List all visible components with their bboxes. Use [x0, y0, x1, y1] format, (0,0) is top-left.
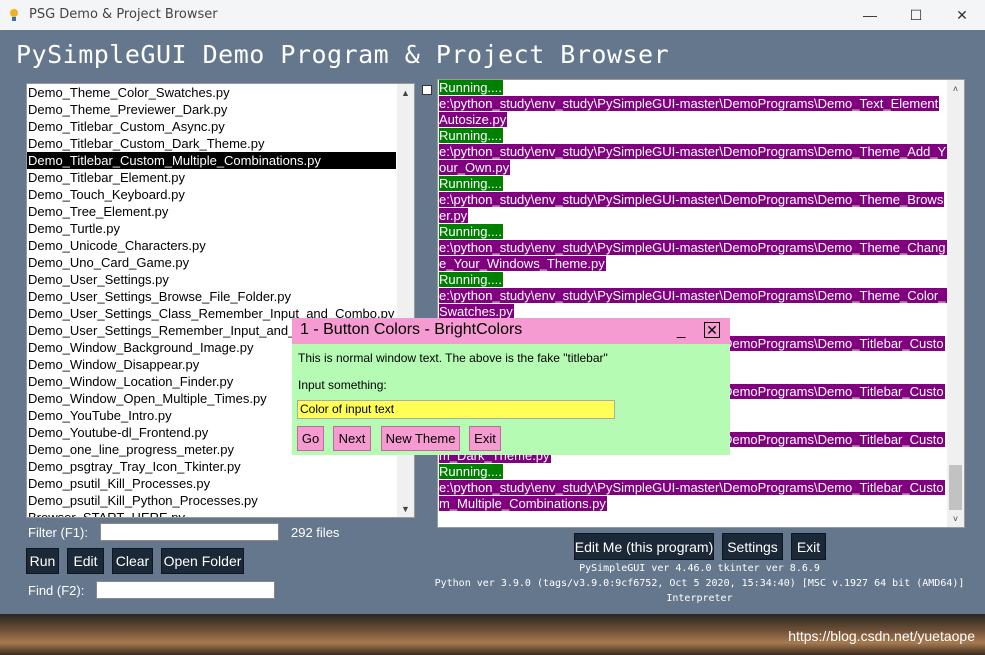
output-line: e:\python_study\env_study\PySimpleGUI-ma…	[439, 288, 947, 304]
interpreter-line: Interpreter	[666, 593, 733, 604]
list-item[interactable]: Demo_Turtle.py	[27, 220, 396, 237]
list-item[interactable]: Demo_Titlebar_Custom_Async.py	[27, 118, 396, 135]
page-title: PySimpleGUI Demo Program & Project Brows…	[16, 40, 670, 69]
settings-button[interactable]: Settings	[722, 533, 783, 560]
scroll-down-arrow-icon[interactable]: ˅	[947, 510, 964, 527]
filter-label: Filter (F1):	[28, 525, 88, 540]
next-button[interactable]: Next	[333, 426, 371, 451]
popup-title: 1 - Button Colors - BrightColors	[300, 321, 523, 338]
output-multiline[interactable]: Running.... e:\python_study\env_study\PyS…	[437, 79, 965, 528]
output-line-text: Running....	[439, 464, 503, 479]
list-item[interactable]: Demo_Theme_Previewer_Dark.py	[27, 101, 396, 118]
output-line: Running....	[439, 176, 947, 192]
output-line: our_Own.py	[439, 160, 947, 176]
output-line: e:\python_study\env_study\PySimpleGUI-ma…	[439, 144, 948, 160]
output-toggle-checkbox[interactable]	[422, 85, 432, 95]
list-item[interactable]: Demo_Theme_Color_Swatches.py	[27, 84, 396, 101]
list-item[interactable]: Demo_Titlebar_Element.py	[27, 169, 396, 186]
edit-button[interactable]: Edit	[67, 548, 104, 574]
scroll-up-arrow-icon[interactable]: ˄	[947, 80, 964, 97]
output-line-text: er.py	[439, 208, 469, 223]
output-line: Running....	[439, 80, 947, 96]
output-line: m_Multiple_Combinations.py	[439, 496, 947, 512]
output-line-text: e_Your_Windows_Theme.py	[439, 256, 606, 271]
theme-popup-window: 1 - Button Colors - BrightColors _ ✕ Thi…	[292, 318, 730, 455]
list-item[interactable]: Demo_Touch_Keyboard.py	[27, 186, 396, 203]
run-button[interactable]: Run	[26, 548, 59, 574]
popup-close-icon[interactable]: ✕	[704, 322, 720, 338]
close-button[interactable]: ✕	[939, 0, 985, 30]
list-item[interactable]: Demo_User_Settings.py	[27, 271, 396, 288]
go-button[interactable]: Go	[297, 426, 324, 451]
list-item[interactable]: Demo_psutil_Kill_Python_Processes.py	[27, 492, 396, 509]
scroll-thumb[interactable]	[949, 465, 962, 510]
popup-exit-button[interactable]: Exit	[469, 426, 501, 451]
output-line: Running....	[439, 464, 947, 480]
output-line: Autosize.py	[439, 112, 947, 128]
output-line: e:\python_study\env_study\PySimpleGUI-ma…	[439, 192, 947, 208]
output-line: Running....	[439, 272, 947, 288]
output-line-text: e:\python_study\env_study\PySimpleGUI-ma…	[439, 480, 945, 495]
output-line-text: Swatches.py	[439, 304, 514, 319]
output-line-text: e:\python_study\env_study\PySimpleGUI-ma…	[439, 96, 940, 111]
popup-text: This is normal window text. The above is…	[298, 351, 608, 365]
output-line-text: m_Multiple_Combinations.py	[439, 496, 607, 511]
popup-input[interactable]: Color of input text	[297, 400, 615, 419]
output-line-text: e:\python_study\env_study\PySimpleGUI-ma…	[439, 288, 947, 303]
output-line: e:\python_study\env_study\PySimpleGUI-ma…	[439, 480, 947, 496]
output-line: e:\python_study\env_study\PySimpleGUI-ma…	[439, 96, 947, 112]
clear-button[interactable]: Clear	[112, 548, 153, 574]
maximize-button[interactable]: ☐	[893, 0, 939, 30]
app-logo-icon	[10, 9, 18, 21]
list-item[interactable]: Browser_START_HERE.py	[27, 509, 396, 517]
output-line-text: our_Own.py	[439, 160, 511, 175]
output-line-text: Running....	[439, 224, 503, 239]
scroll-down-arrow-icon[interactable]: ▼	[397, 500, 414, 517]
list-item[interactable]: Demo_psutil_Kill_Processes.py	[27, 475, 396, 492]
list-item[interactable]: Demo_Titlebar_Custom_Multiple_Combinatio…	[27, 152, 396, 169]
list-item[interactable]: Demo_psgtray_Tray_Icon_Tkinter.py	[27, 458, 396, 475]
output-line-text: Running....	[439, 272, 503, 287]
output-line: er.py	[439, 208, 947, 224]
list-item[interactable]: Demo_Titlebar_Custom_Dark_Theme.py	[27, 135, 396, 152]
output-line-text: e:\python_study\env_study\PySimpleGUI-ma…	[439, 192, 945, 207]
exit-button[interactable]: Exit	[791, 533, 826, 560]
popup-input-label: Input something:	[298, 378, 387, 392]
output-line-text: e:\python_study\env_study\PySimpleGUI-ma…	[439, 240, 947, 255]
list-item[interactable]: Demo_User_Settings_Browse_File_Folder.py	[27, 288, 396, 305]
output-scrollbar[interactable]: ˄ ˅	[947, 80, 964, 527]
file-count: 292 files	[291, 525, 340, 540]
output-line: Running....	[439, 128, 947, 144]
window-titlebar[interactable]: PSG Demo & Project Browser — ☐ ✕	[0, 0, 985, 30]
find-input[interactable]	[96, 581, 275, 599]
list-item[interactable]: Demo_Tree_Element.py	[27, 203, 396, 220]
edit-me-button[interactable]: Edit Me (this program)	[574, 533, 714, 560]
popup-minimize-icon[interactable]: _	[677, 322, 685, 339]
window-title: PSG Demo & Project Browser	[29, 7, 218, 22]
output-line: e:\python_study\env_study\PySimpleGUI-ma…	[439, 240, 947, 256]
output-line-text: Running....	[439, 128, 503, 143]
output-line: Running....	[439, 224, 947, 240]
minimize-button[interactable]: —	[847, 0, 893, 30]
output-line-text: e:\python_study\env_study\PySimpleGUI-ma…	[439, 144, 948, 159]
new-theme-button[interactable]: New Theme	[381, 426, 460, 451]
list-item[interactable]: Demo_Unicode_Characters.py	[27, 237, 396, 254]
python-version-line: Python ver 3.9.0 (tags/v3.9.0:9cf6752, O…	[434, 578, 965, 589]
output-line-text: Running....	[439, 176, 503, 191]
list-item[interactable]: Demo_Uno_Card_Game.py	[27, 254, 396, 271]
output-line-text: Running....	[439, 80, 503, 95]
filter-input[interactable]	[100, 523, 279, 541]
scroll-up-arrow-icon[interactable]: ▲	[397, 84, 414, 101]
output-line: e_Your_Windows_Theme.py	[439, 256, 947, 272]
watermark-text: https://blog.csdn.net/yuetaope	[788, 628, 975, 644]
open-folder-button[interactable]: Open Folder	[161, 548, 244, 574]
popup-titlebar[interactable]: 1 - Button Colors - BrightColors _ ✕	[292, 318, 730, 344]
version-line: PySimpleGUI ver 4.46.0 tkinter ver 8.6.9	[579, 563, 820, 574]
find-label: Find (F2):	[28, 583, 85, 598]
output-line-text: Autosize.py	[439, 112, 508, 127]
